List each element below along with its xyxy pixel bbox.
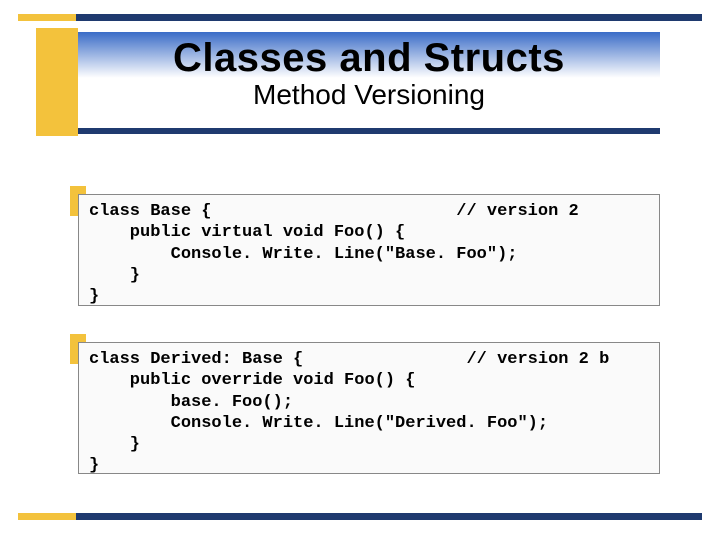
top-border-accent	[18, 14, 76, 21]
title-underline	[78, 128, 660, 134]
code-block-derived: class Derived: Base { // version 2 b pub…	[78, 342, 660, 474]
code-block-base: class Base { // version 2 public virtual…	[78, 194, 660, 306]
slide-title: Classes and Structs	[78, 36, 660, 81]
slide-subtitle: Method Versioning	[78, 79, 660, 111]
top-border-bar	[18, 14, 702, 21]
bottom-border-bar	[18, 513, 702, 520]
title-block: Classes and Structs Method Versioning	[78, 32, 660, 134]
bottom-border-accent	[18, 513, 76, 520]
title-left-accent	[36, 28, 78, 136]
